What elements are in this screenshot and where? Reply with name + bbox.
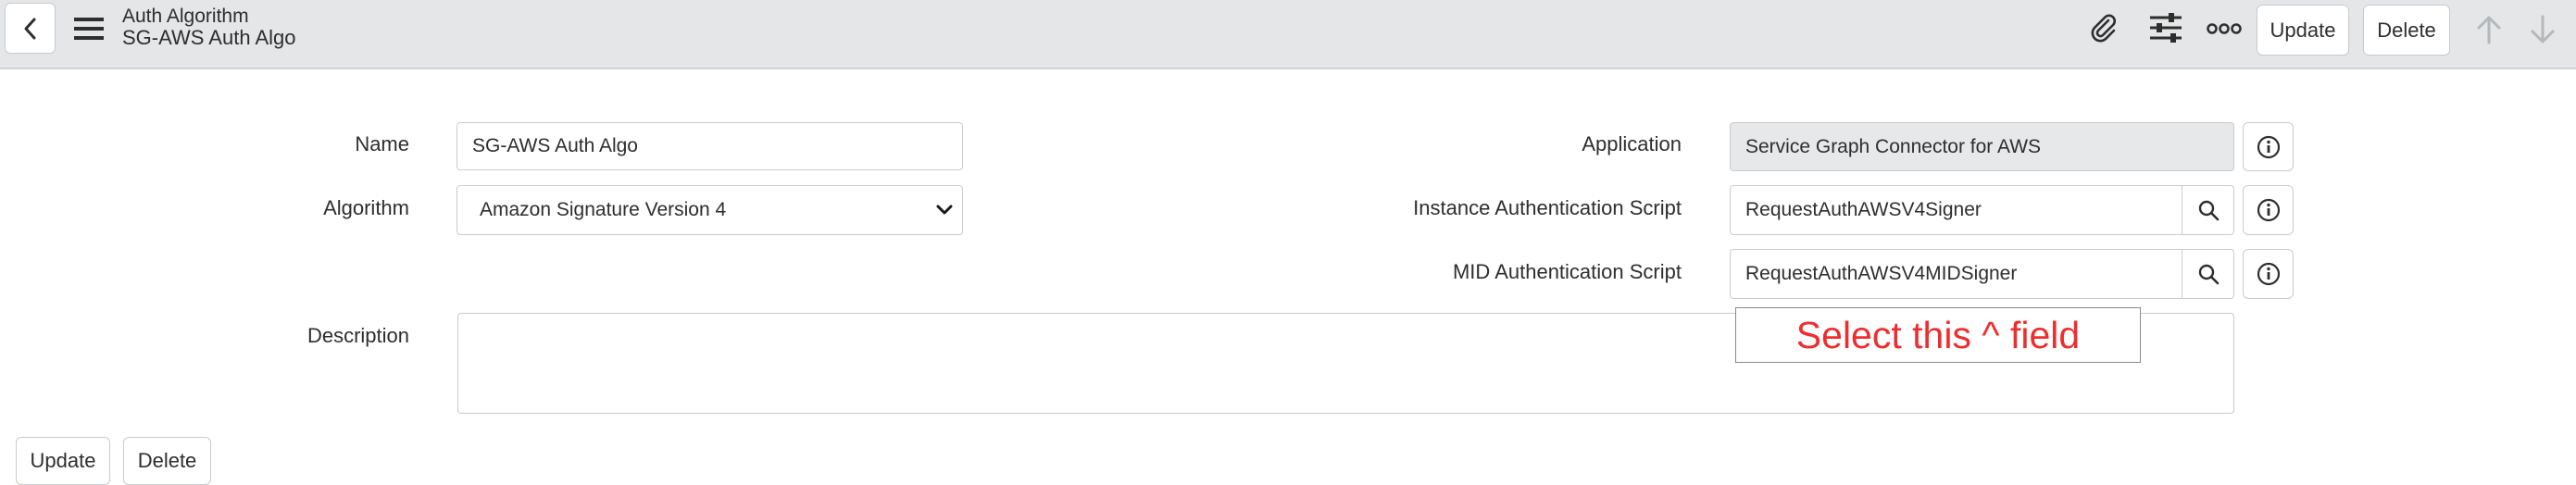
attachment-button[interactable]: [2085, 9, 2122, 46]
chevron-down-icon: [936, 205, 953, 215]
name-input[interactable]: SG-AWS Auth Algo: [456, 122, 963, 170]
sliders-icon: [2150, 13, 2182, 43]
next-record-button[interactable]: [2526, 11, 2559, 48]
algorithm-label: Algorithm: [323, 196, 409, 219]
footer-delete-button[interactable]: Delete: [123, 437, 211, 485]
annotation-callout: Select this ^ field: [1735, 307, 2141, 363]
mid-script-input[interactable]: RequestAuthAWSV4MIDSigner: [1730, 249, 2183, 299]
personalize-form-button[interactable]: [2146, 9, 2185, 46]
header-update-button[interactable]: Update: [2257, 5, 2349, 56]
search-icon: [2198, 264, 2219, 285]
arrow-down-icon: [2531, 15, 2555, 44]
menu-button[interactable]: [70, 13, 107, 44]
mid-script-info-button[interactable]: [2243, 249, 2294, 299]
instance-script-label: Instance Authentication Script: [1413, 196, 1682, 219]
form-title: Auth Algorithm: [122, 6, 249, 27]
instance-script-info-button[interactable]: [2243, 185, 2294, 235]
hamburger-icon: [74, 18, 104, 40]
search-icon: [2198, 200, 2219, 221]
form-header: Auth Algorithm SG-AWS Auth Algo Update D…: [0, 0, 2576, 69]
info-icon: [2257, 198, 2280, 222]
application-label: Application: [1582, 132, 1682, 155]
description-label: Description: [306, 324, 409, 347]
record-name: SG-AWS Auth Algo: [122, 26, 296, 49]
info-icon: [2257, 262, 2280, 286]
instance-script-lookup-button[interactable]: [2182, 185, 2234, 235]
more-horizontal-icon: [2207, 23, 2242, 34]
mid-script-label: MID Authentication Script: [1452, 260, 1682, 283]
application-field: Service Graph Connector for AWS: [1730, 122, 2234, 171]
arrow-up-icon: [2477, 16, 2501, 44]
info-icon: [2257, 135, 2280, 158]
paperclip-icon: [2091, 14, 2116, 43]
back-button[interactable]: [5, 3, 56, 54]
more-options-button[interactable]: [2206, 13, 2243, 44]
algorithm-selected-value: Amazon Signature Version 4: [480, 199, 727, 220]
header-delete-button[interactable]: Delete: [2363, 5, 2450, 56]
chevron-left-icon: [24, 18, 35, 39]
algorithm-select[interactable]: Amazon Signature Version 4: [456, 185, 963, 235]
name-label: Name: [355, 132, 409, 155]
footer-update-button[interactable]: Update: [16, 437, 110, 485]
mid-script-lookup-button[interactable]: [2182, 249, 2234, 299]
application-info-button[interactable]: [2243, 122, 2294, 171]
previous-record-button[interactable]: [2472, 11, 2506, 48]
instance-script-input[interactable]: RequestAuthAWSV4Signer: [1730, 185, 2183, 235]
